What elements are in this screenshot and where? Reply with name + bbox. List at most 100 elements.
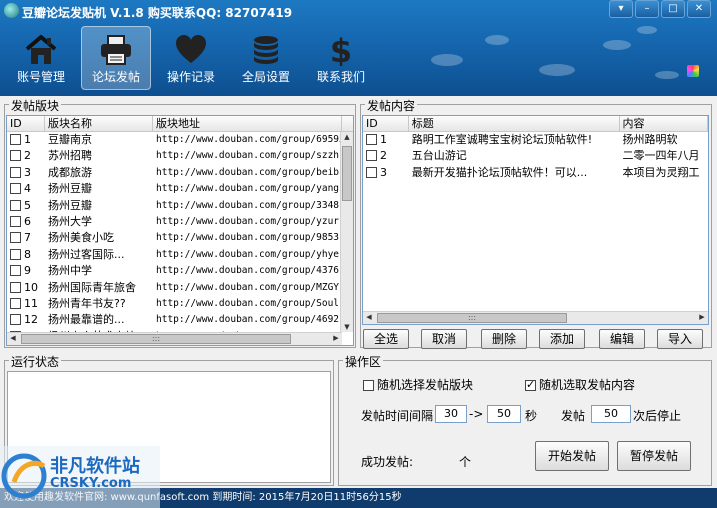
row-checkbox[interactable] (366, 166, 377, 178)
row-checkbox[interactable] (366, 134, 377, 145)
table-row[interactable]: 2 五台山游记 二零一四年八月 (363, 148, 708, 164)
start-posting-button[interactable]: 开始发帖 (535, 441, 609, 471)
interval-from-input[interactable]: 30 (435, 405, 467, 423)
toolbar-operation-log[interactable]: 操作记录 (156, 26, 226, 90)
row-id-cell[interactable]: 7 (7, 230, 45, 246)
random-content-checkbox[interactable]: 随机选取发帖内容 (525, 376, 635, 393)
row-id-cell[interactable]: 2 (363, 148, 409, 164)
table-row[interactable]: 3 最新开发猫扑论坛顶帖软件！可以... 本项目为灵翔工 (363, 165, 708, 181)
menu-button[interactable]: ▾ (609, 0, 633, 18)
minimize-button[interactable]: – (635, 0, 659, 18)
checkbox-box[interactable] (363, 380, 374, 391)
row-checkbox[interactable] (10, 281, 21, 293)
select-all-button[interactable]: 全选 (363, 329, 409, 349)
table-row[interactable]: 7 扬州美食小吃 http://www.douban.com/group/9853 (7, 230, 353, 246)
row-checkbox[interactable] (10, 232, 21, 244)
column-header-id[interactable]: ID (7, 116, 45, 131)
table-row[interactable]: 8 扬州过客国际... http://www.douban.com/group/yh… (7, 247, 353, 263)
row-checkbox[interactable] (10, 150, 21, 162)
row-checkbox[interactable] (10, 134, 21, 145)
board-name-cell: 成都旅游 (48, 165, 92, 179)
table-row[interactable]: 10 扬州国际青年旅舍 http://www.douban.com/group/MZ… (7, 280, 353, 296)
row-id-cell[interactable]: 9 (7, 263, 45, 279)
table-row[interactable]: 3 成都旅游 http://www.douban.com/group/beib (7, 165, 353, 181)
table-row[interactable]: 12 扬州最靠谱的... http://www.douban.com/group/4… (7, 312, 353, 328)
toolbar-account-management[interactable]: 账号管理 (6, 26, 76, 90)
column-header-board-name[interactable]: 版块名称 (45, 116, 153, 131)
maximize-button[interactable]: □ (661, 0, 685, 18)
scroll-right-arrow-icon[interactable]: ▶ (330, 334, 342, 342)
row-id-cell[interactable]: 10 (7, 280, 45, 296)
row-checkbox[interactable] (366, 150, 377, 162)
row-id-cell[interactable]: 2 (7, 148, 45, 164)
row-id-cell[interactable]: 3 (363, 165, 409, 181)
scroll-down-arrow-icon[interactable]: ▼ (341, 323, 353, 331)
table-row[interactable]: 4 扬州豆瓣 http://www.douban.com/group/yang (7, 181, 353, 197)
posts-horizontal-scrollbar[interactable]: ◀ ::: ▶ (363, 311, 708, 324)
import-button[interactable]: 导入 (657, 329, 703, 349)
row-id-cell[interactable]: 8 (7, 247, 45, 263)
toolbar-label: 操作记录 (166, 70, 215, 84)
pause-posting-button[interactable]: 暂停发帖 (617, 441, 691, 471)
row-id-cell[interactable]: 12 (7, 312, 45, 328)
row-checkbox[interactable] (10, 183, 21, 195)
row-id: 9 (24, 264, 31, 278)
row-id-cell[interactable]: 4 (7, 181, 45, 197)
row-id-cell[interactable]: 6 (7, 214, 45, 230)
operation-group: 操作区 随机选择发帖版块 随机选取发帖内容 发帖时间间隔 30 -> 50 秒 … (338, 353, 712, 486)
post-title-cell: 五台山游记 (411, 149, 467, 163)
row-id-cell[interactable]: 5 (7, 198, 45, 214)
row-checkbox[interactable] (10, 215, 21, 227)
scroll-left-arrow-icon[interactable]: ◀ (363, 313, 375, 321)
post-count-input[interactable]: 50 (591, 405, 631, 423)
cancel-selection-button[interactable]: 取消 (421, 329, 467, 349)
row-checkbox[interactable] (10, 314, 21, 326)
scrollbar-thumb[interactable]: ::: (377, 313, 567, 323)
seconds-unit-label: 秒 (525, 409, 538, 423)
row-checkbox[interactable] (10, 199, 21, 211)
column-header-id[interactable]: ID (363, 116, 409, 131)
table-row[interactable]: 11 扬州青年书友?? http://www.douban.com/group/So… (7, 296, 353, 312)
row-id-cell[interactable]: 1 (363, 132, 409, 148)
toolbar-label: 论坛发帖 (91, 70, 140, 84)
toolbar-forum-post[interactable]: 论坛发帖 (81, 26, 151, 90)
scroll-right-arrow-icon[interactable]: ▶ (696, 313, 708, 321)
table-row[interactable]: 1 路明工作室诚聘宝宝树论坛顶帖软件! 扬州路明软 (363, 132, 708, 148)
row-checkbox[interactable] (10, 248, 21, 260)
row-checkbox[interactable] (10, 265, 21, 277)
post-content-cell: 二零一四年八月 (622, 149, 700, 163)
row-id-cell[interactable]: 3 (7, 165, 45, 181)
row-id: 10 (24, 280, 38, 294)
table-row[interactable]: 1 豆瓣南京 http://www.douban.com/group/69595 (7, 132, 353, 148)
table-row[interactable]: 2 苏州招聘 http://www.douban.com/group/szzh (7, 148, 353, 164)
house-icon (25, 35, 57, 64)
scroll-left-arrow-icon[interactable]: ◀ (7, 334, 19, 342)
row-checkbox[interactable] (10, 166, 21, 178)
row-checkbox[interactable] (10, 297, 21, 309)
table-row[interactable]: 9 扬州中学 http://www.douban.com/group/4376 (7, 263, 353, 279)
table-row[interactable]: 6 扬州大学 http://www.douban.com/group/yzur (7, 214, 353, 230)
column-header-title[interactable]: 标题 (409, 116, 620, 131)
scrollbar-thumb[interactable] (342, 146, 352, 201)
checkbox-box-checked[interactable] (525, 378, 536, 391)
skin-palette-icon[interactable] (687, 65, 699, 77)
edit-button[interactable]: 编辑 (599, 329, 645, 349)
scroll-up-arrow-icon[interactable]: ▲ (341, 133, 353, 141)
add-button[interactable]: 添加 (539, 329, 585, 349)
column-header-content[interactable]: 内容 (620, 116, 708, 131)
toolbar-global-settings[interactable]: 全局设置 (231, 26, 301, 90)
boards-vertical-scrollbar[interactable]: ▲ ▼ (340, 132, 353, 332)
scrollbar-thumb[interactable]: ::: (21, 334, 291, 344)
close-button[interactable]: ✕ (687, 0, 711, 18)
boards-table: ID 版块名称 版块地址 1 豆瓣南京 http://www.douban.com/… (6, 115, 354, 346)
boards-horizontal-scrollbar[interactable]: ◀ ::: ▶ (7, 332, 342, 345)
random-board-checkbox[interactable]: 随机选择发帖版块 (363, 376, 473, 393)
delete-button[interactable]: 删除 (481, 329, 527, 349)
column-header-board-url[interactable]: 版块地址 (153, 116, 342, 131)
row-id-cell[interactable]: 11 (7, 296, 45, 312)
interval-to-input[interactable]: 50 (487, 405, 521, 423)
interval-arrow: -> (469, 407, 484, 421)
toolbar-contact-us[interactable]: $ 联系我们 (306, 26, 376, 90)
row-id-cell[interactable]: 1 (7, 132, 45, 148)
table-row[interactable]: 5 扬州豆瓣 http://www.douban.com/group/3348 (7, 198, 353, 214)
